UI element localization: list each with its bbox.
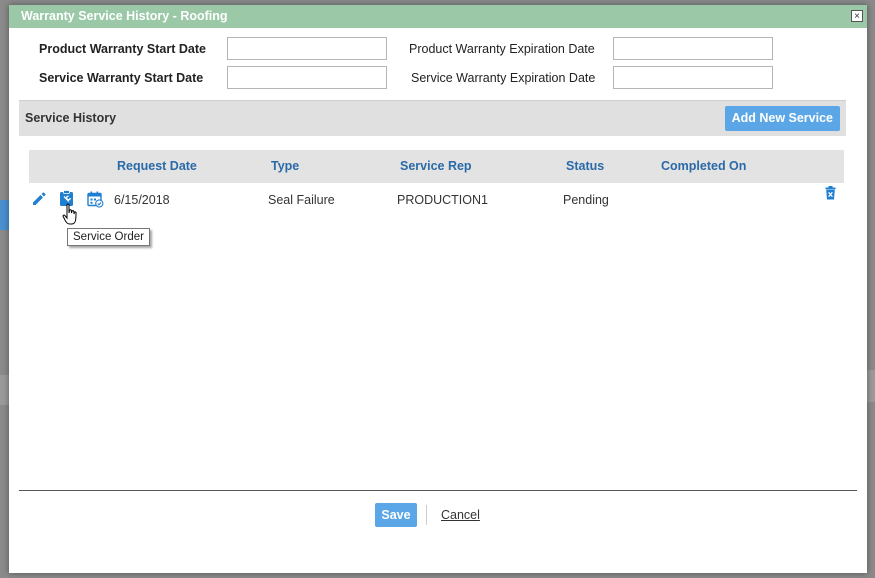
save-button[interactable]: Save xyxy=(375,503,417,527)
product-warranty-start-input[interactable] xyxy=(227,37,387,60)
trash-icon[interactable] xyxy=(825,186,836,200)
service-warranty-expiration-input[interactable] xyxy=(613,66,773,89)
status-cell: Pending xyxy=(563,193,609,207)
dialog-title: Warranty Service History - Roofing xyxy=(9,5,867,28)
service-history-header: Service History Add New Service xyxy=(19,100,846,136)
column-type[interactable]: Type xyxy=(271,159,299,173)
background-row-edge-right xyxy=(867,370,875,402)
service-warranty-expiration-label: Service Warranty Expiration Date xyxy=(411,71,596,85)
service-warranty-start-label: Service Warranty Start Date xyxy=(39,71,204,85)
service-history-title: Service History xyxy=(25,111,117,125)
background-button-edge xyxy=(0,200,9,230)
column-status[interactable]: Status xyxy=(566,159,604,173)
edit-icon[interactable] xyxy=(31,191,47,207)
column-request-date[interactable]: Request Date xyxy=(117,159,197,173)
request-date-cell: 6/15/2018 xyxy=(114,193,170,207)
column-service-rep[interactable]: Service Rep xyxy=(400,159,472,173)
footer-divider xyxy=(19,490,857,491)
warranty-service-dialog: Warranty Service History - Roofing × Pro… xyxy=(9,5,867,573)
product-warranty-expiration-input[interactable] xyxy=(613,37,773,60)
hand-cursor-icon xyxy=(62,203,77,225)
add-new-service-button[interactable]: Add New Service xyxy=(724,106,840,131)
cancel-link[interactable]: Cancel xyxy=(441,508,480,522)
service-order-tooltip: Service Order xyxy=(67,228,150,246)
close-icon[interactable]: × xyxy=(851,10,863,22)
type-cell: Seal Failure xyxy=(268,193,335,207)
product-warranty-expiration-label: Product Warranty Expiration Date xyxy=(409,42,595,56)
service-rep-cell: PRODUCTION1 xyxy=(397,193,488,207)
background-row-edge xyxy=(0,375,9,405)
service-warranty-start-input[interactable] xyxy=(227,66,387,89)
calendar-icon[interactable] xyxy=(87,191,104,208)
product-warranty-start-label: Product Warranty Start Date xyxy=(39,42,206,56)
column-completed-on[interactable]: Completed On xyxy=(661,159,746,173)
grid-header: Request Date Type Service Rep Status Com… xyxy=(29,150,844,183)
footer-separator xyxy=(426,505,427,525)
